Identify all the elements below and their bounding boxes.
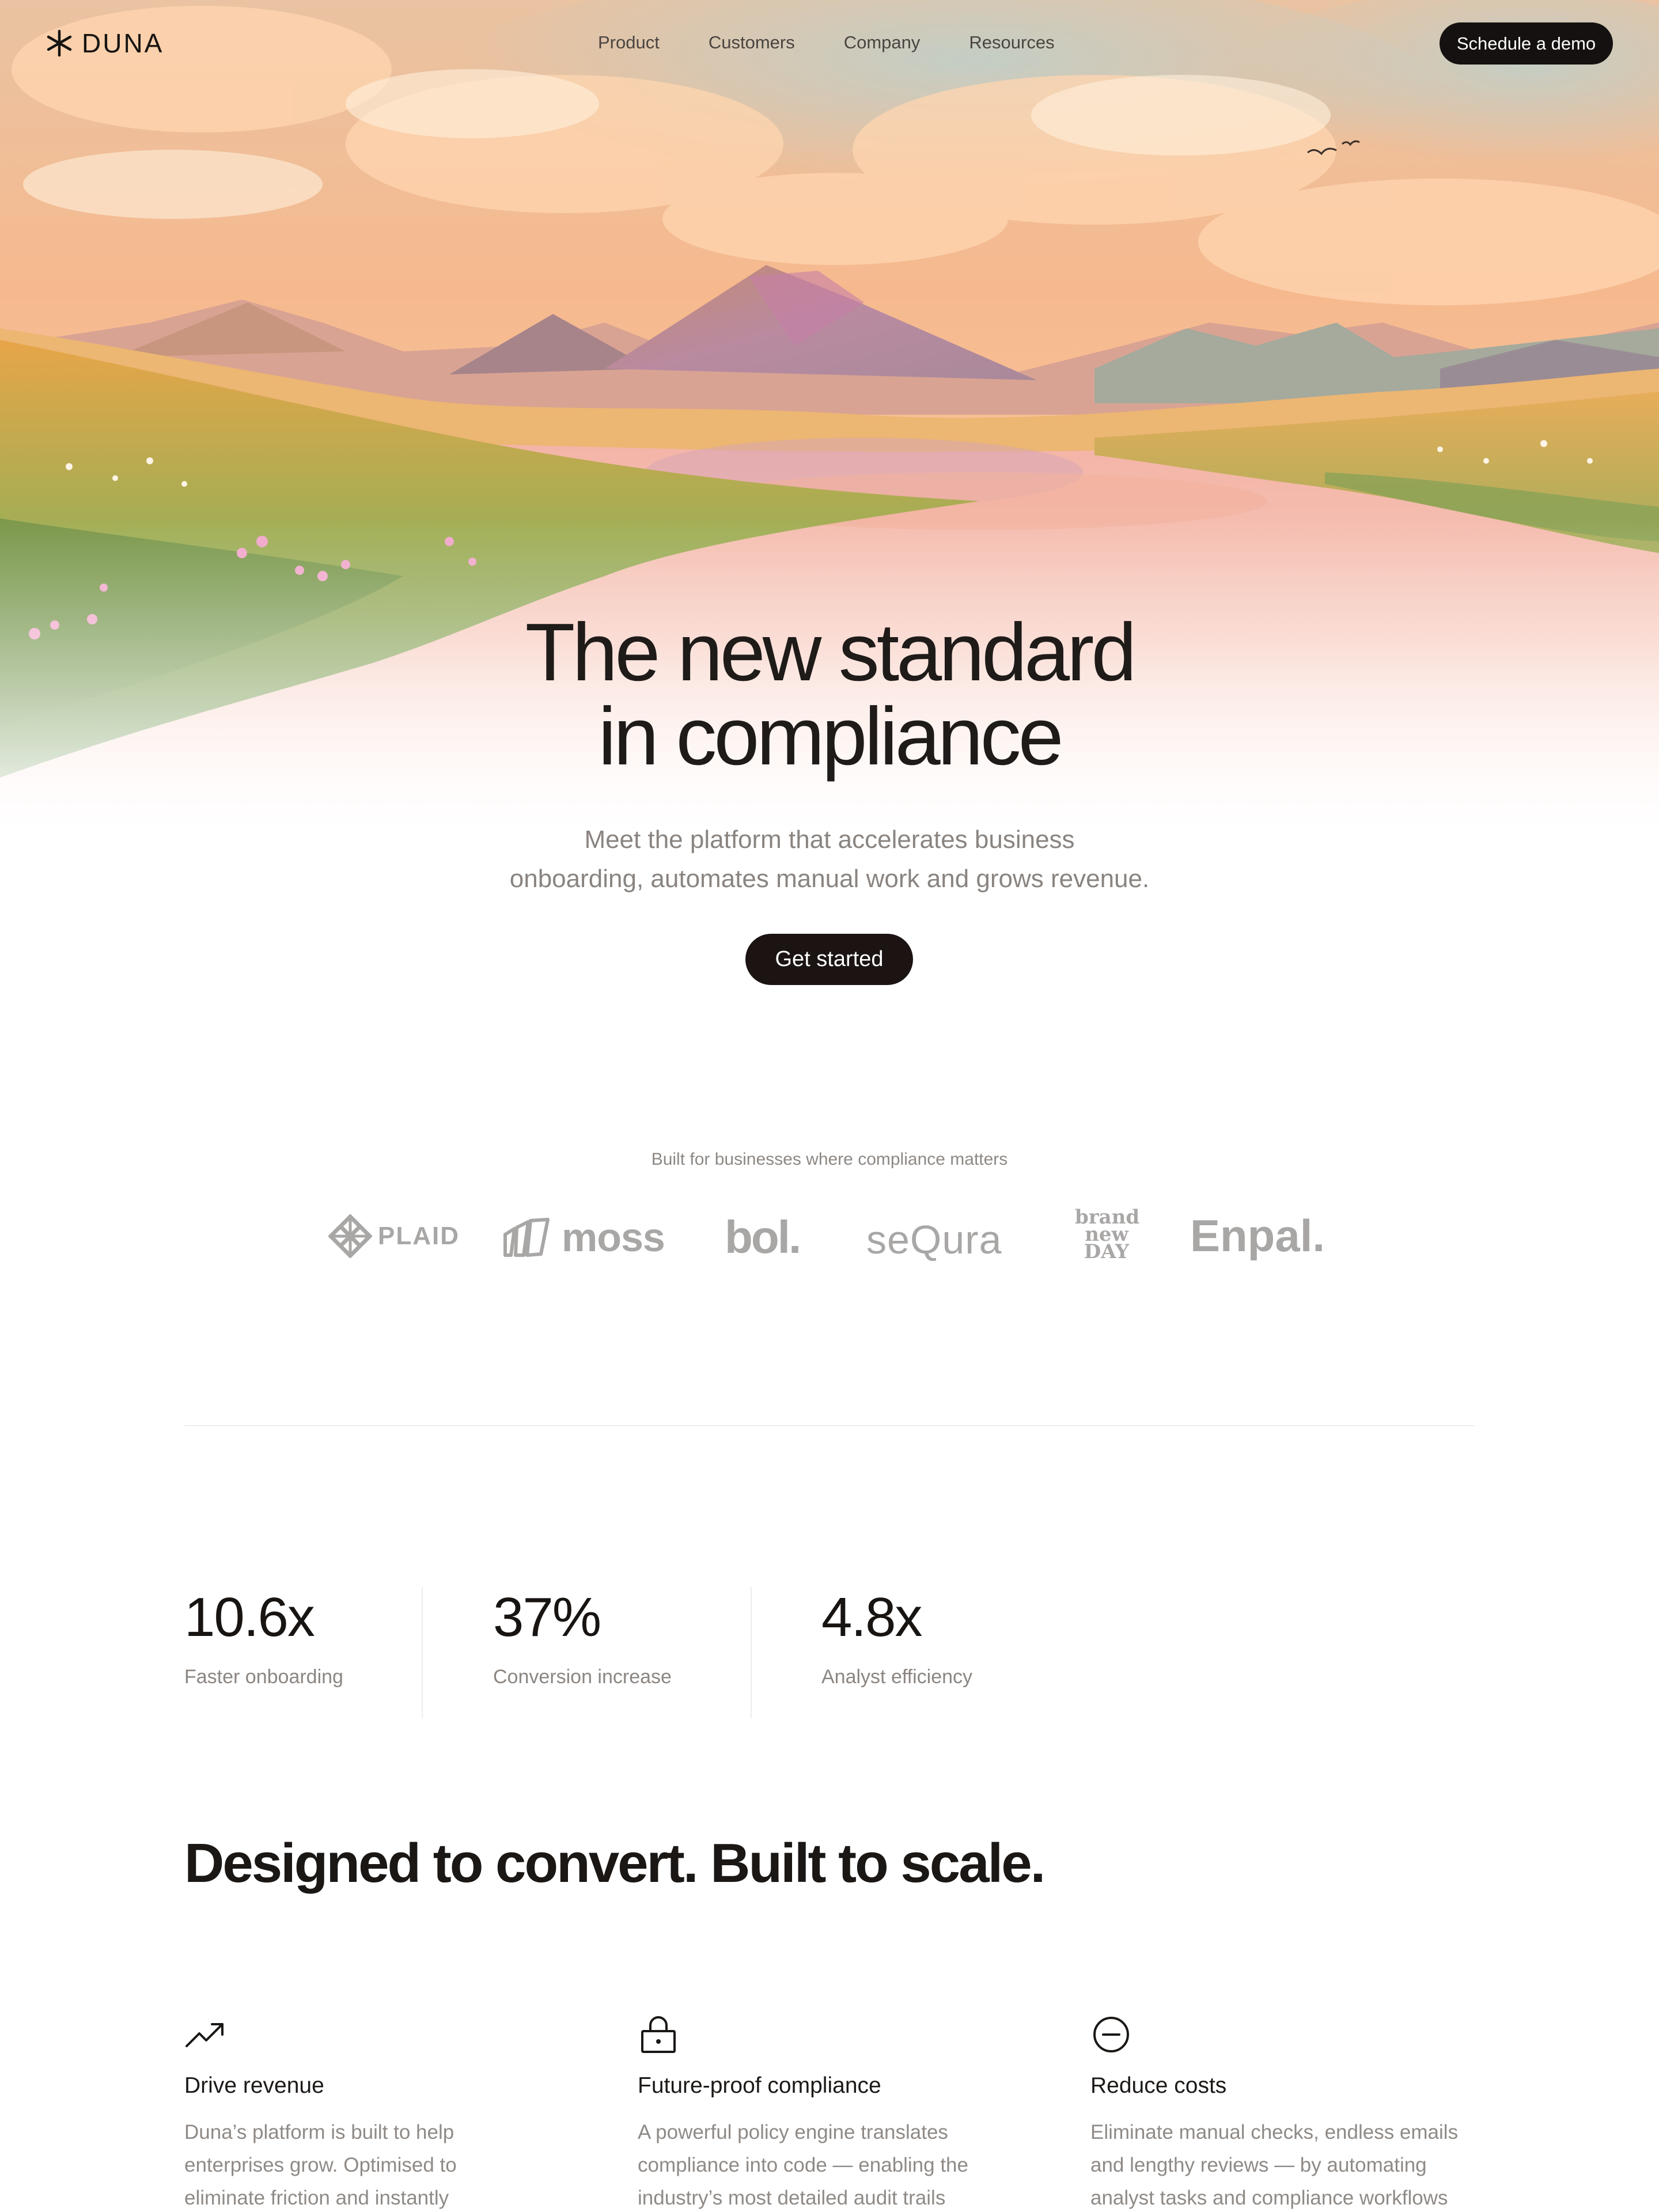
feature-reduce-costs: Reduce costs Eliminate manual checks, en…	[1090, 2014, 1459, 2212]
plaid-logo-icon	[328, 1214, 372, 1258]
schedule-demo-button[interactable]: Schedule a demo	[1440, 22, 1613, 65]
stat-label: Analyst efficiency	[821, 1666, 973, 1688]
logo-sequra: seQura	[866, 1217, 1002, 1262]
top-navigation: DUNA Product Customers Company Resources…	[0, 0, 1659, 88]
stat-label: Conversion increase	[493, 1666, 672, 1688]
feature-title: Reduce costs	[1090, 2073, 1227, 2098]
nav-item-product[interactable]: Product	[598, 32, 660, 53]
logo-enpal: Enpal.	[1190, 1210, 1325, 1261]
duna-logo[interactable]: DUNA	[45, 28, 164, 59]
logo-bol: bol.	[725, 1211, 801, 1263]
stat-faster-onboarding: 10.6x Faster onboarding	[184, 1589, 343, 1688]
feature-title: Future-proof compliance	[638, 2073, 881, 2098]
logo-brand-new-day: brand new DAY	[1075, 1206, 1140, 1263]
lock-icon	[641, 2016, 676, 2053]
moss-logo-icon	[503, 1218, 550, 1257]
nav-item-customers[interactable]: Customers	[709, 32, 795, 53]
feature-drive-revenue: Drive revenue Duna’s platform is built t…	[184, 2014, 553, 2212]
moss-wordmark: moss	[562, 1215, 665, 1260]
brand-name: DUNA	[82, 28, 164, 58]
hero-title-line-2: in compliance	[598, 691, 1063, 782]
customer-logos: PLAID moss bol. seQura brand new DAY Enp…	[0, 1203, 1659, 1272]
feature-title: Drive revenue	[184, 2073, 324, 2098]
stat-analyst-efficiency: 4.8x Analyst efficiency	[821, 1589, 972, 1688]
stat-value: 4.8x	[821, 1586, 922, 1648]
feature-future-proof-compliance: Future-proof compliance A powerful polic…	[638, 2014, 1006, 2212]
stat-label: Faster onboarding	[184, 1666, 343, 1688]
stat-value: 10.6x	[184, 1586, 315, 1648]
trending-up-icon	[185, 2023, 224, 2047]
features-title: Designed to convert. Built to scale.	[184, 1832, 1046, 1894]
logo-moss: moss	[503, 1214, 665, 1260]
hero-title: The new standard in compliance	[0, 611, 1659, 779]
feature-description: Eliminate manual checks, endless emails …	[1090, 2121, 1459, 2209]
section-divider	[184, 1425, 1475, 1426]
hero-subtitle-line-2: onboarding, automates manual work and gr…	[509, 865, 1150, 893]
feature-description: Duna’s platform is built to help enterpr…	[184, 2121, 457, 2209]
stat-conversion-increase: 37% Conversion increase	[493, 1589, 672, 1688]
nav-item-resources[interactable]: Resources	[969, 32, 1054, 53]
stat-separator	[422, 1587, 423, 1718]
plaid-wordmark: PLAID	[378, 1222, 460, 1250]
minus-circle-icon	[1093, 2017, 1129, 2052]
feature-description: A powerful policy engine translates comp…	[638, 2121, 968, 2209]
stat-separator	[751, 1587, 752, 1718]
asterisk-logo-icon	[47, 29, 72, 57]
brand-new-day-wordmark: brand new DAY	[1075, 1206, 1140, 1263]
get-started-button[interactable]: Get started	[745, 934, 913, 985]
nav-item-company[interactable]: Company	[844, 32, 921, 53]
hero-title-line-1: The new standard	[525, 607, 1137, 698]
logo-plaid: PLAID	[328, 1214, 460, 1258]
main-menu: Product Customers Company Resources	[598, 32, 1055, 53]
stat-value: 37%	[493, 1586, 601, 1648]
hero-subtitle: Meet the platform that accelerates busin…	[0, 820, 1659, 899]
customers-caption: Built for businesses where compliance ma…	[651, 1150, 1008, 1169]
hero-subtitle-line-1: Meet the platform that accelerates busin…	[584, 825, 1075, 854]
